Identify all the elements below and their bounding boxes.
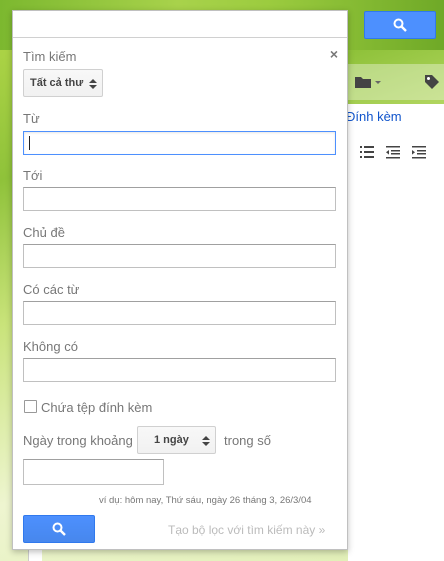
close-icon[interactable]: × <box>327 46 341 62</box>
doesnt-have-label: Không có <box>23 339 78 354</box>
has-words-input[interactable] <box>23 301 336 325</box>
scope-select[interactable]: Tất cả thư <box>23 69 103 97</box>
tag-icon <box>425 75 439 89</box>
date-within-select[interactable]: 1 ngày <box>137 426 216 454</box>
format-toolbar <box>360 145 444 161</box>
text-cursor <box>29 136 30 150</box>
panel-title: Tìm kiếm <box>23 49 77 64</box>
has-attachment-label[interactable]: Chứa tệp đính kèm <box>41 400 152 415</box>
labels-button[interactable] <box>420 70 444 94</box>
subject-label: Chủ đề <box>23 225 65 240</box>
from-input[interactable] <box>23 131 336 155</box>
move-to-button[interactable] <box>350 70 386 94</box>
date-input[interactable] <box>23 459 164 485</box>
has-words-label: Có các từ <box>23 282 80 297</box>
indent-less-icon[interactable] <box>386 145 400 159</box>
bulleted-list-icon[interactable] <box>360 145 374 159</box>
within-of-label: trong số <box>224 433 271 448</box>
search-button[interactable] <box>23 515 95 543</box>
updown-arrow-icon <box>89 79 97 89</box>
updown-arrow-icon <box>202 436 210 446</box>
search-icon <box>393 18 407 32</box>
scope-select-value: Tất cả thư <box>30 77 84 89</box>
doesnt-have-input[interactable] <box>23 358 336 382</box>
compose-area <box>348 104 444 561</box>
advanced-search-panel: Tìm kiếm × Tất cả thư Từ Tới Chủ đề Có c… <box>12 10 348 550</box>
attach-link[interactable]: Đính kèm <box>346 109 402 124</box>
to-label: Tới <box>23 168 43 183</box>
date-within-select-value: 1 ngày <box>154 434 189 446</box>
from-label: Từ <box>23 111 40 126</box>
has-attachment-checkbox[interactable] <box>24 400 37 413</box>
to-input[interactable] <box>23 187 336 211</box>
search-query-input[interactable] <box>13 11 347 38</box>
folder-icon <box>355 77 381 88</box>
date-within-label: Ngày trong khoảng <box>23 433 133 448</box>
indent-more-icon[interactable] <box>412 145 426 159</box>
date-example-hint: ví dụ: hôm nay, Thứ sáu, ngày 26 tháng 3… <box>99 495 312 506</box>
search-icon <box>52 522 66 536</box>
subject-input[interactable] <box>23 244 336 268</box>
create-filter-link[interactable]: Tạo bộ lọc với tìm kiếm này » <box>168 523 325 537</box>
header-search-button[interactable] <box>364 11 436 39</box>
